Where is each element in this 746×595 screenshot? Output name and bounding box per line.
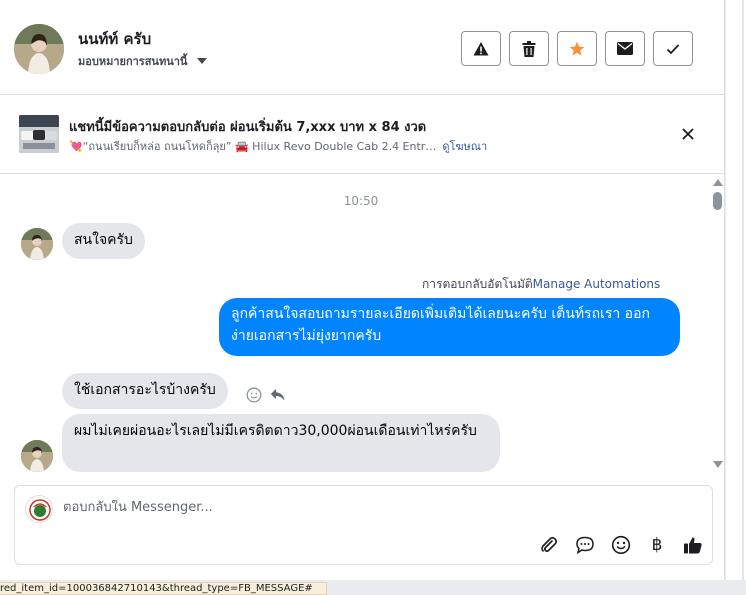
- attachment-icon: [541, 536, 558, 553]
- reply-composer: ฿: [14, 485, 713, 565]
- mark-unread-button[interactable]: [605, 31, 645, 66]
- delete-button[interactable]: [509, 31, 549, 66]
- side-panel-edge: [726, 0, 746, 580]
- scroll-thumb[interactable]: [713, 192, 722, 210]
- view-ad-link[interactable]: ดูโฆษณา: [442, 137, 487, 155]
- contact-avatar[interactable]: [14, 24, 64, 74]
- automation-label: การตอบกลับอัตโนมัติ: [422, 277, 533, 291]
- trash-icon: [522, 40, 536, 57]
- close-icon[interactable]: [680, 126, 696, 142]
- ad-subtitle: 💘“ถนนเรียบก็หล่อ ถนนโหดก็ลุย” 🚘 Hilux Re…: [69, 140, 437, 153]
- page-avatar: [25, 495, 53, 523]
- message-timestamp: 10:50: [343, 194, 379, 208]
- header-actions: [461, 31, 693, 66]
- done-button[interactable]: [653, 31, 693, 66]
- message-bubble-incoming[interactable]: สนใจครับ: [62, 223, 145, 259]
- assign-conversation[interactable]: มอบหมายการสนทนานี้: [78, 52, 208, 70]
- mark-spam-button[interactable]: [461, 31, 501, 66]
- message-actions: [246, 387, 286, 403]
- composer-tools: ฿: [537, 533, 705, 557]
- emoji-icon: [611, 535, 631, 555]
- reply-input[interactable]: [63, 500, 663, 515]
- warning-icon: [473, 41, 489, 55]
- star-button[interactable]: [557, 31, 597, 66]
- payment-button[interactable]: ฿: [645, 533, 669, 557]
- saved-reply-button[interactable]: [573, 533, 597, 557]
- message-bubble-outgoing[interactable]: ลูกค้าสนใจสอบถามรายละเอียดเพิ่มเติมได้เล…: [219, 298, 680, 356]
- thread-scrollbar[interactable]: [711, 177, 725, 471]
- automation-label-row: การตอบกลับอัตโนมัติManage Automations: [422, 275, 660, 294]
- ad-thumbnail[interactable]: [19, 115, 59, 153]
- checkmark-icon: [666, 43, 680, 54]
- conversation-panel: นนท์ท์ ครับ มอบหมายการสนทนานี้ แชทนี้มีข…: [0, 0, 725, 580]
- message-thread: 10:50 สนใจครับ การตอบกลับอัตโนมัติManage…: [0, 175, 712, 475]
- assign-label: มอบหมายการสนทนานี้: [78, 55, 188, 68]
- saved-reply-icon: [576, 536, 594, 555]
- message-bubble-incoming[interactable]: ผมไม่เคยผ่อนอะไรเลยไม่มีเครดิตดาว30,000ผ…: [62, 414, 500, 472]
- scroll-up-arrow-icon[interactable]: [713, 179, 723, 186]
- scroll-down-arrow-icon[interactable]: [713, 461, 723, 468]
- like-button[interactable]: [681, 533, 705, 557]
- baht-icon: ฿: [651, 535, 663, 555]
- ad-title: แชทนี้มีข้อความตอบกลับต่อ ผ่อนเริ่มต้น 7…: [69, 120, 427, 135]
- chevron-down-icon: [197, 58, 208, 64]
- browser-status-bar: red_item_id=100036842710143&thread_type=…: [0, 582, 327, 595]
- envelope-icon: [617, 42, 633, 55]
- smiley-icon[interactable]: [246, 387, 262, 403]
- contact-name[interactable]: นนท์ท์ ครับ: [78, 27, 151, 51]
- message-bubble-incoming[interactable]: ใช้เอกสารอะไรบ้างครับ: [62, 373, 228, 409]
- ad-subtitle-row: 💘“ถนนเรียบก็หล่อ ถนนโหดก็ลุย” 🚘 Hilux Re…: [69, 137, 487, 155]
- emoji-button[interactable]: [609, 533, 633, 557]
- conversation-header: นนท์ท์ ครับ มอบหมายการสนทนานี้: [0, 0, 725, 95]
- manage-automations-link[interactable]: Manage Automations: [533, 277, 661, 291]
- like-icon: [684, 537, 702, 554]
- contact-avatar-small: [21, 228, 53, 260]
- contact-avatar-small: [21, 440, 53, 472]
- attach-button[interactable]: [537, 533, 561, 557]
- reply-icon[interactable]: [270, 388, 286, 402]
- ad-context-banner: แชทนี้มีข้อความตอบกลับต่อ ผ่อนเริ่มต้น 7…: [0, 95, 725, 174]
- star-icon: [569, 41, 585, 56]
